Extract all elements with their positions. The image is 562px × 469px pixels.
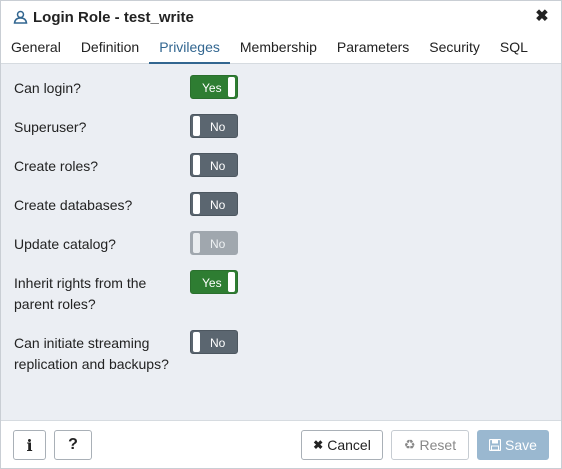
toggle-knob bbox=[193, 194, 200, 214]
dialog-footer: i ? ✖ Cancel ♻ Reset Save bbox=[1, 421, 561, 468]
privilege-label: Inherit rights from the parent roles? bbox=[14, 275, 147, 312]
toggle-state-label: No bbox=[210, 198, 226, 212]
streaming-replication-toggle[interactable]: No bbox=[190, 330, 238, 354]
privilege-label: Can login? bbox=[14, 80, 81, 96]
tab-privileges[interactable]: Privileges bbox=[149, 39, 230, 64]
save-icon bbox=[489, 439, 502, 451]
user-role-icon bbox=[13, 9, 29, 25]
toggle-state-label: Yes bbox=[202, 276, 222, 290]
toggle-state-label: Yes bbox=[202, 81, 222, 95]
privileges-panel: Can login? Yes Superuser? No Create role… bbox=[1, 64, 561, 421]
privilege-label: Create databases? bbox=[14, 197, 133, 213]
save-button[interactable]: Save bbox=[477, 430, 549, 460]
dialog-titlebar: Login Role - test_write ✖ bbox=[1, 1, 561, 33]
superuser-toggle[interactable]: No bbox=[190, 114, 238, 138]
info-button[interactable]: i bbox=[13, 430, 46, 460]
toggle-state-label: No bbox=[210, 120, 226, 134]
cancel-button[interactable]: ✖ Cancel bbox=[301, 430, 383, 460]
login-role-dialog: Login Role - test_write ✖ General Defini… bbox=[0, 0, 562, 469]
cancel-button-label: Cancel bbox=[327, 437, 371, 453]
close-icon[interactable]: ✖ bbox=[533, 8, 551, 26]
toggle-state-label: No bbox=[210, 336, 226, 350]
tab-definition[interactable]: Definition bbox=[71, 39, 149, 64]
toggle-state-label: No bbox=[210, 159, 226, 173]
dialog-title: Login Role - test_write bbox=[33, 8, 194, 26]
toggle-knob bbox=[228, 77, 235, 97]
inherit-rights-toggle[interactable]: Yes bbox=[190, 270, 238, 294]
toggle-knob bbox=[193, 155, 200, 175]
privilege-label: Can initiate streaming replication and b… bbox=[14, 335, 169, 372]
update-catalog-toggle: No bbox=[190, 231, 238, 255]
privilege-label: Superuser? bbox=[14, 119, 87, 135]
help-button[interactable]: ? bbox=[54, 430, 92, 460]
tab-bar: General Definition Privileges Membership… bbox=[1, 33, 561, 64]
create-roles-toggle[interactable]: No bbox=[190, 153, 238, 177]
create-databases-toggle[interactable]: No bbox=[190, 192, 238, 216]
toggle-knob bbox=[228, 272, 235, 292]
privilege-label: Update catalog? bbox=[14, 236, 116, 252]
toggle-knob bbox=[193, 233, 200, 253]
reset-button-label: Reset bbox=[419, 437, 457, 453]
tab-sql[interactable]: SQL bbox=[490, 39, 538, 64]
save-button-label: Save bbox=[505, 437, 537, 453]
toggle-knob bbox=[193, 332, 200, 352]
privilege-label: Create roles? bbox=[14, 158, 99, 174]
recycle-icon: ♻ bbox=[403, 437, 416, 452]
info-icon: i bbox=[26, 435, 33, 455]
tab-parameters[interactable]: Parameters bbox=[327, 39, 419, 64]
can-login-toggle[interactable]: Yes bbox=[190, 75, 238, 99]
help-icon: ? bbox=[68, 436, 78, 453]
toggle-state-label: No bbox=[210, 237, 226, 251]
close-icon: ✖ bbox=[313, 438, 324, 452]
tab-security[interactable]: Security bbox=[419, 39, 490, 64]
toggle-knob bbox=[193, 116, 200, 136]
reset-button[interactable]: ♻ Reset bbox=[391, 430, 469, 460]
tab-membership[interactable]: Membership bbox=[230, 39, 327, 64]
tab-general[interactable]: General bbox=[1, 39, 71, 64]
